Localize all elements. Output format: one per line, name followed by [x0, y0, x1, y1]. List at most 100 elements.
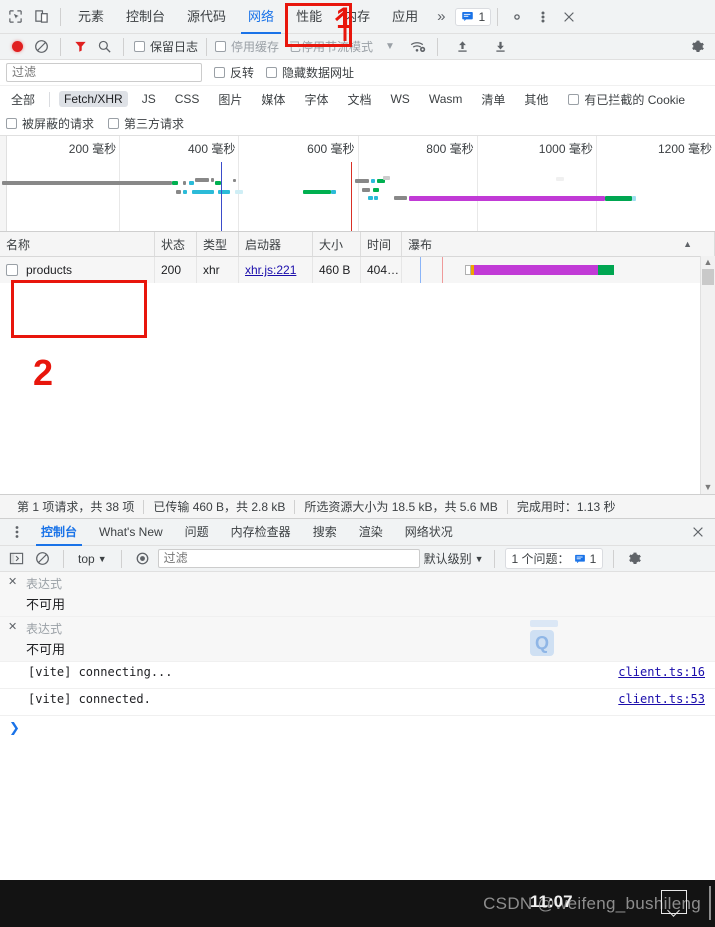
cell-initiator[interactable]: xhr.js:221	[239, 257, 313, 283]
col-header-waterfall[interactable]: 瀑布 ▲	[402, 232, 715, 256]
type-filter-css[interactable]: CSS	[170, 91, 205, 107]
console-level-caret-icon[interactable]: ▼	[475, 554, 484, 564]
type-filter-manifest[interactable]: 清单	[476, 90, 510, 109]
col-header-name[interactable]: 名称	[0, 232, 155, 256]
filter-funnel-icon[interactable]	[69, 36, 91, 58]
col-header-initiator[interactable]: 启动器	[239, 232, 313, 256]
drawer-tab-network-conditions[interactable]: 网络状况	[394, 519, 464, 546]
console-settings-gear-icon[interactable]	[624, 548, 646, 570]
console-message-list[interactable]: ✕ 表达式 不可用 ✕ 表达式 不可用 Q [vite] connecting.…	[0, 572, 715, 750]
type-filter-other[interactable]: 其他	[519, 90, 553, 109]
close-icon[interactable]	[556, 4, 582, 30]
hide-data-urls-box[interactable]	[266, 67, 278, 78]
type-filter-ws[interactable]: WS	[385, 91, 414, 107]
cell-waterfall[interactable]	[402, 257, 700, 283]
import-har-icon[interactable]	[452, 36, 474, 58]
type-filter-js[interactable]: JS	[137, 91, 161, 107]
cell-name[interactable]: products	[0, 257, 155, 283]
scrollbar-thumb[interactable]	[702, 269, 714, 285]
network-overview-timeline[interactable]: 200 毫秒 400 毫秒 600 毫秒 800 毫秒 1000 毫秒 1200 毫秒	[0, 136, 715, 232]
tab-performance[interactable]: 性能	[285, 0, 333, 34]
type-filter-fetch-xhr[interactable]: Fetch/XHR	[59, 91, 128, 107]
drawer-tab-whats-new[interactable]: What's New	[88, 519, 174, 546]
record-button[interactable]	[6, 36, 28, 58]
type-filter-font[interactable]: 字体	[299, 90, 333, 109]
drawer-tab-issues[interactable]: 问题	[174, 519, 220, 546]
third-party-box[interactable]	[108, 118, 120, 129]
drawer-tab-rendering[interactable]: 渲染	[348, 519, 394, 546]
invert-box[interactable]	[214, 67, 225, 78]
console-issues-badge[interactable]: 1 个问题： 1	[504, 548, 604, 569]
type-filter-all[interactable]: 全部	[6, 90, 40, 109]
console-context-caret-icon[interactable]: ▼	[98, 554, 107, 564]
tab-memory[interactable]: 内存	[333, 0, 381, 34]
tab-console[interactable]: 控制台	[115, 0, 176, 34]
filter-input[interactable]	[6, 63, 202, 82]
table-row[interactable]: products 200 xhr xhr.js:221 460 B 404…	[0, 257, 715, 283]
col-header-size[interactable]: 大小	[313, 232, 361, 256]
clear-icon[interactable]	[30, 36, 52, 58]
console-clear-icon[interactable]	[31, 548, 53, 570]
preserve-log-checkbox[interactable]: 保留日志	[134, 38, 198, 55]
console-prompt[interactable]: ❯	[0, 716, 715, 740]
more-tabs-chevron-icon[interactable]: »	[429, 8, 453, 25]
initiator-link[interactable]: xhr.js:221	[245, 263, 296, 277]
type-filter-media[interactable]: 媒体	[256, 90, 290, 109]
throttling-caret-icon[interactable]: ▼	[385, 41, 395, 52]
col-header-time[interactable]: 时间	[361, 232, 402, 256]
drawer-close-icon[interactable]	[685, 519, 711, 545]
drawer-tab-search[interactable]: 搜索	[302, 519, 348, 546]
blocked-cookies-checkbox[interactable]: 有已拦截的 Cookie	[568, 91, 685, 108]
hide-data-urls-checkbox[interactable]: 隐藏数据网址	[266, 64, 354, 81]
disable-cache-box[interactable]	[215, 41, 227, 52]
blocked-requests-checkbox[interactable]: 被屏蔽的请求	[6, 115, 94, 132]
export-har-icon[interactable]	[490, 36, 512, 58]
disable-cache-checkbox[interactable]: 停用缓存	[215, 38, 279, 55]
tab-elements[interactable]: 元素	[67, 0, 115, 34]
more-options-icon[interactable]	[530, 4, 556, 30]
settings-gear-icon[interactable]	[504, 4, 530, 30]
console-message-2[interactable]: [vite] connected. client.ts:53	[0, 689, 715, 716]
search-icon[interactable]	[93, 36, 115, 58]
device-toolbar-icon[interactable]	[28, 4, 54, 30]
console-sidebar-icon[interactable]	[5, 548, 27, 570]
overview-request-bar	[172, 181, 178, 185]
drawer-tab-console[interactable]: 控制台	[30, 519, 88, 546]
live-expression-row[interactable]: ✕ 表达式 不可用	[0, 572, 715, 617]
live-expression-row-2[interactable]: ✕ 表达式 不可用 Q	[0, 617, 715, 662]
drawer-more-tools-icon[interactable]	[4, 519, 30, 545]
request-checkbox[interactable]	[6, 264, 18, 276]
type-filter-doc[interactable]: 文档	[342, 90, 376, 109]
issues-counter-button[interactable]: 1	[455, 7, 492, 26]
tab-sources[interactable]: 源代码	[176, 0, 237, 34]
preserve-log-box[interactable]	[134, 41, 145, 52]
type-filter-img[interactable]: 图片	[213, 90, 247, 109]
tab-application[interactable]: 应用	[381, 0, 429, 34]
live-expression-eye-icon[interactable]	[132, 548, 154, 570]
type-filter-wasm[interactable]: Wasm	[424, 91, 468, 107]
drawer-tab-memory-inspector[interactable]: 内存检查器	[220, 519, 302, 546]
blocked-requests-box[interactable]	[6, 118, 17, 129]
scrollbar-up-arrow-icon[interactable]: ▲	[704, 256, 713, 269]
download-tray-icon[interactable]	[661, 890, 687, 914]
network-conditions-wifi-icon[interactable]	[407, 36, 429, 58]
console-level-selector[interactable]: 默认级别 ▼	[424, 550, 484, 567]
scrollbar-down-arrow-icon[interactable]: ▼	[704, 481, 713, 494]
remove-expression-icon[interactable]: ✕	[8, 575, 18, 589]
col-header-type[interactable]: 类型	[197, 232, 239, 256]
console-message-source-2[interactable]: client.ts:53	[618, 692, 705, 706]
remove-expression-icon-2[interactable]: ✕	[8, 620, 18, 634]
console-message-source[interactable]: client.ts:16	[618, 665, 705, 679]
requests-vertical-scrollbar[interactable]: ▲ ▼	[700, 256, 715, 494]
sort-ascending-icon[interactable]: ▲	[683, 239, 692, 249]
tab-network[interactable]: 网络	[237, 0, 285, 34]
console-message[interactable]: [vite] connecting... client.ts:16	[0, 662, 715, 689]
invert-checkbox[interactable]: 反转	[214, 64, 254, 81]
inspect-element-icon[interactable]	[2, 4, 28, 30]
console-filter-input[interactable]	[157, 549, 420, 568]
blocked-cookies-box[interactable]	[568, 93, 580, 105]
network-settings-gear-icon[interactable]	[687, 36, 709, 58]
third-party-checkbox[interactable]: 第三方请求	[108, 115, 184, 132]
col-header-status[interactable]: 状态	[155, 232, 197, 256]
console-context-selector[interactable]: top ▼	[74, 552, 111, 566]
